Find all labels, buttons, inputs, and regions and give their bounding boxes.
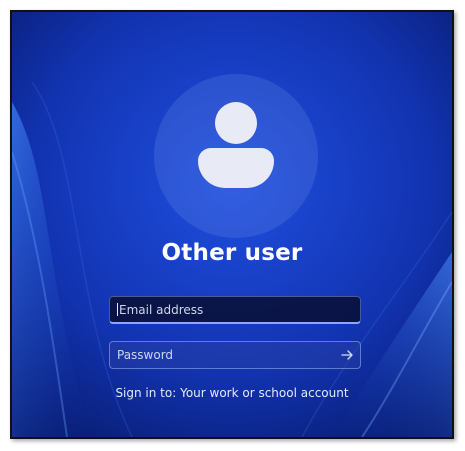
login-screen: Other user Email address Password Sign i… bbox=[10, 10, 454, 439]
sign-in-target-text: Sign in to: Your work or school account bbox=[115, 386, 349, 400]
user-avatar-icon-body bbox=[198, 148, 274, 188]
text-caret bbox=[117, 303, 118, 316]
arrow-right-icon[interactable] bbox=[340, 348, 354, 362]
email-placeholder: Email address bbox=[119, 303, 204, 317]
email-field[interactable]: Email address bbox=[109, 296, 361, 324]
password-placeholder: Password bbox=[117, 348, 174, 362]
user-avatar-icon bbox=[215, 102, 257, 144]
user-name-title: Other user bbox=[161, 240, 303, 266]
password-field[interactable]: Password bbox=[109, 341, 361, 369]
